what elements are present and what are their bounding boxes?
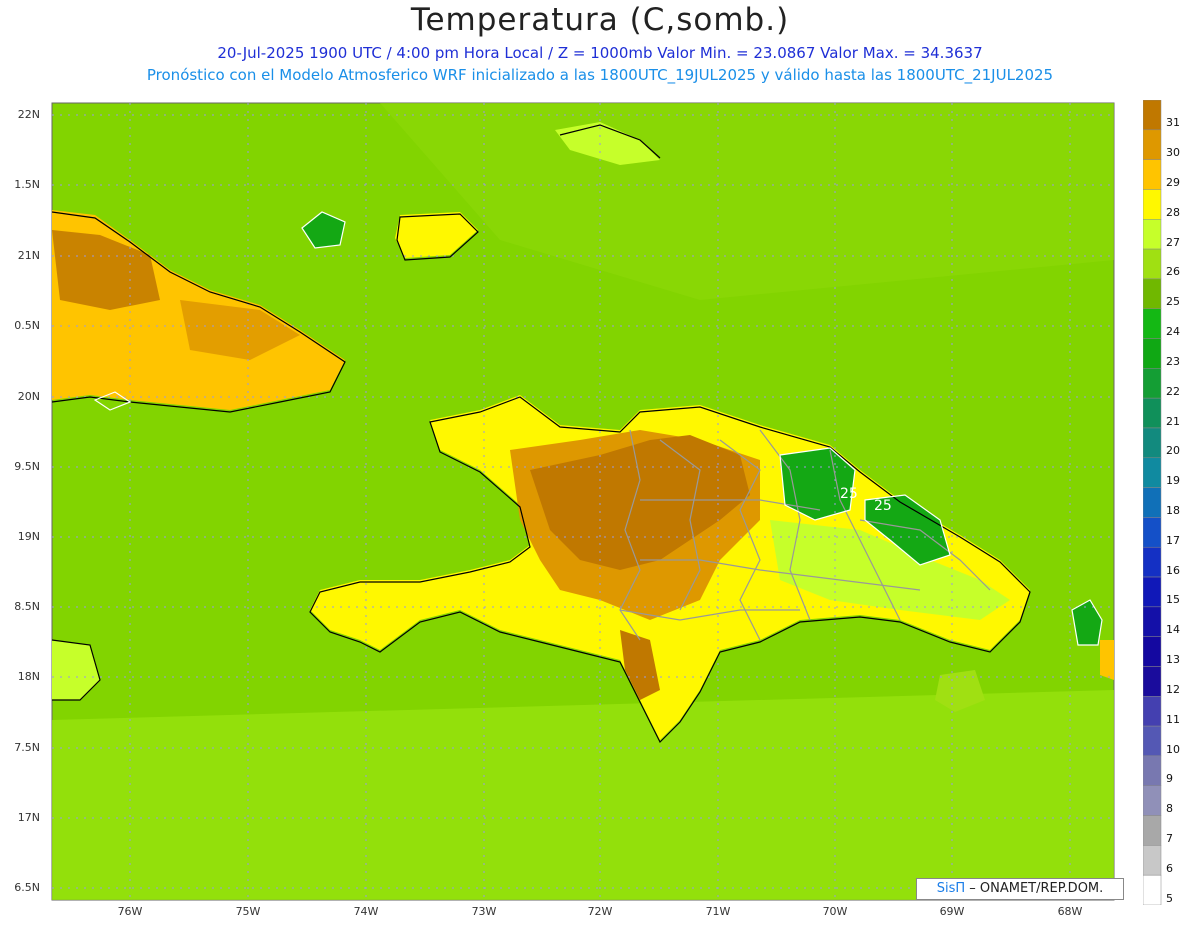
colorbar-swatch <box>1143 129 1162 160</box>
lon-label: 68W <box>1057 905 1083 918</box>
lat-label: 9.5N <box>14 460 40 473</box>
colorbar-swatch <box>1143 517 1162 548</box>
colorbar-label: 20 <box>1166 444 1180 458</box>
colorbar-label: 18 <box>1166 503 1180 517</box>
colorbar-swatch <box>1143 457 1162 488</box>
colorbar-label: 19 <box>1166 474 1180 488</box>
lat-label: 18N <box>17 670 40 683</box>
colorbar-swatch <box>1143 845 1162 876</box>
colorbar-swatch <box>1143 100 1162 131</box>
contour-label-25-a: 25 <box>840 486 858 502</box>
lat-label: 7.5N <box>14 741 40 754</box>
lon-label: 69W <box>939 905 965 918</box>
colorbar-label: 12 <box>1166 682 1180 696</box>
colorbar-label: 5 <box>1166 891 1173 905</box>
contour-label-25-b: 25 <box>874 498 892 514</box>
colorbar-label: 8 <box>1166 802 1173 816</box>
colorbar-swatch <box>1143 785 1162 816</box>
colorbar-label: 7 <box>1166 831 1173 845</box>
lat-label: 22N <box>17 108 40 121</box>
island-pr-warm <box>1100 640 1114 680</box>
colorbar-swatch <box>1143 636 1162 667</box>
colorbar-swatch <box>1143 368 1162 399</box>
credit-text: – ONAMET/REP.DOM. <box>965 881 1104 896</box>
lat-label: 19N <box>17 530 40 543</box>
colorbar-swatch <box>1143 815 1162 846</box>
lon-label: 73W <box>471 905 497 918</box>
colorbar-swatch <box>1143 755 1162 786</box>
lon-label: 75W <box>235 905 261 918</box>
colorbar-label: 15 <box>1166 593 1180 607</box>
colorbar-swatch <box>1143 725 1162 757</box>
colorbar-swatch <box>1143 666 1162 697</box>
colorbar-label: 29 <box>1166 176 1180 190</box>
colorbar-label: 26 <box>1166 265 1180 279</box>
credit-brand: SisΠ <box>936 881 966 896</box>
lon-label: 74W <box>353 905 379 918</box>
colorbar-swatch <box>1143 189 1162 220</box>
lat-label: 8.5N <box>14 600 40 613</box>
colorbar-swatch <box>1143 248 1162 280</box>
lat-label: 17N <box>17 811 40 824</box>
colorbar-swatch <box>1143 576 1162 608</box>
colorbar-swatch <box>1143 696 1162 727</box>
colorbar-label: 16 <box>1166 563 1180 577</box>
colorbar <box>1143 100 1162 905</box>
lon-label: 72W <box>587 905 613 918</box>
colorbar-swatch <box>1143 397 1162 429</box>
colorbar-label: 6 <box>1166 861 1173 875</box>
lat-label: 21N <box>17 249 40 262</box>
colorbar-label: 10 <box>1166 742 1180 756</box>
sea-band-south <box>52 690 1114 900</box>
colorbar-label: 9 <box>1166 772 1173 786</box>
credit-box: SisΠ – ONAMET/REP.DOM. <box>916 878 1124 900</box>
colorbar-swatch <box>1143 338 1162 369</box>
colorbar-swatch <box>1143 546 1162 578</box>
colorbar-label: 30 <box>1166 146 1180 160</box>
colorbar-label: 24 <box>1166 325 1180 339</box>
colorbar-label: 25 <box>1166 295 1180 309</box>
lon-label: 71W <box>705 905 731 918</box>
colorbar-label: 21 <box>1166 414 1180 428</box>
colorbar-swatch <box>1143 427 1162 459</box>
colorbar-label: 11 <box>1166 712 1180 726</box>
lat-label: 6.5N <box>14 881 40 894</box>
colorbar-label: 31 <box>1166 116 1180 130</box>
lat-label: 0.5N <box>14 319 40 332</box>
lat-label: 1.5N <box>14 178 40 191</box>
lon-label: 70W <box>822 905 848 918</box>
colorbar-label: 27 <box>1166 235 1180 249</box>
colorbar-swatch <box>1143 278 1162 309</box>
colorbar-label: 14 <box>1166 623 1180 637</box>
colorbar-label: 13 <box>1166 653 1180 667</box>
colorbar-label: 22 <box>1166 384 1180 398</box>
colorbar-swatch <box>1143 487 1162 518</box>
temperature-map <box>51 102 1115 901</box>
lon-label: 76W <box>117 905 143 918</box>
colorbar-swatch <box>1143 308 1162 339</box>
colorbar-swatch <box>1143 159 1162 190</box>
colorbar-swatch <box>1143 874 1162 905</box>
colorbar-swatch <box>1143 606 1162 637</box>
colorbar-label: 17 <box>1166 533 1180 547</box>
colorbar-label: 28 <box>1166 205 1180 219</box>
colorbar-label: 23 <box>1166 354 1180 368</box>
colorbar-swatch <box>1143 219 1162 250</box>
lat-label: 20N <box>17 390 40 403</box>
